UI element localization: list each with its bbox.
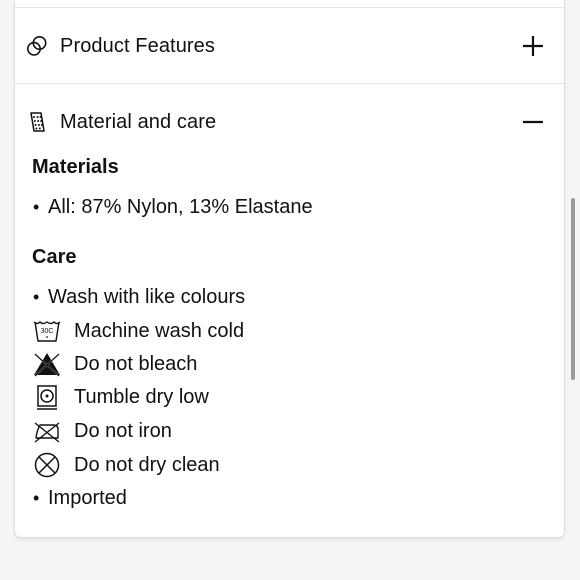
care-text: Tumble dry low	[74, 385, 209, 408]
care-list-item: • Imported	[32, 483, 127, 513]
accordion-material-and-care[interactable]: Material and care	[15, 90, 564, 154]
care-text: Do not dry clean	[74, 453, 220, 476]
care-list-item: • Wash with like colours	[32, 282, 245, 312]
minus-icon[interactable]	[520, 109, 546, 135]
no-iron-icon	[32, 417, 62, 445]
tumble-dry-low-icon	[32, 383, 62, 411]
accordion-title-product-features: Product Features	[60, 34, 216, 57]
care-text: Do not iron	[74, 419, 172, 442]
materials-list-item: • All: 87% Nylon, 13% Elastane	[32, 192, 313, 222]
care-text: Do not bleach	[74, 352, 198, 375]
care-list-item: Do not bleach	[32, 349, 197, 379]
no-dry-clean-icon	[32, 451, 62, 479]
fabric-tag-icon	[26, 111, 48, 133]
scrollbar[interactable]	[571, 198, 575, 380]
accordion-product-features[interactable]: Product Features	[15, 14, 564, 78]
bullet: •	[33, 487, 40, 508]
wash-30c-icon: 30C	[32, 317, 62, 345]
overlapping-circles-icon	[26, 35, 48, 57]
product-details-card: Product Features Material and care Mater…	[14, 0, 565, 538]
accordion-title-material-and-care: Material and care	[60, 110, 217, 133]
care-list-item: Tumble dry low	[32, 382, 209, 412]
care-heading: Care	[32, 246, 77, 268]
care-text: Imported	[48, 486, 127, 509]
no-bleach-icon	[32, 350, 62, 378]
care-text: Wash with like colours	[48, 285, 246, 308]
accordion-divider	[15, 83, 564, 84]
svg-text:30C: 30C	[41, 328, 54, 335]
care-list-item: Do not iron	[32, 416, 172, 446]
bullet: •	[33, 196, 40, 217]
materials-text: All: 87% Nylon, 13% Elastane	[48, 195, 313, 218]
care-list-item: Do not dry clean	[32, 450, 220, 480]
top-divider	[15, 7, 564, 8]
care-text: Machine wash cold	[74, 319, 245, 342]
bullet: •	[33, 286, 40, 307]
plus-icon[interactable]	[520, 33, 546, 59]
materials-heading: Materials	[32, 156, 119, 178]
care-list-item: 30C Machine wash cold	[32, 316, 244, 346]
